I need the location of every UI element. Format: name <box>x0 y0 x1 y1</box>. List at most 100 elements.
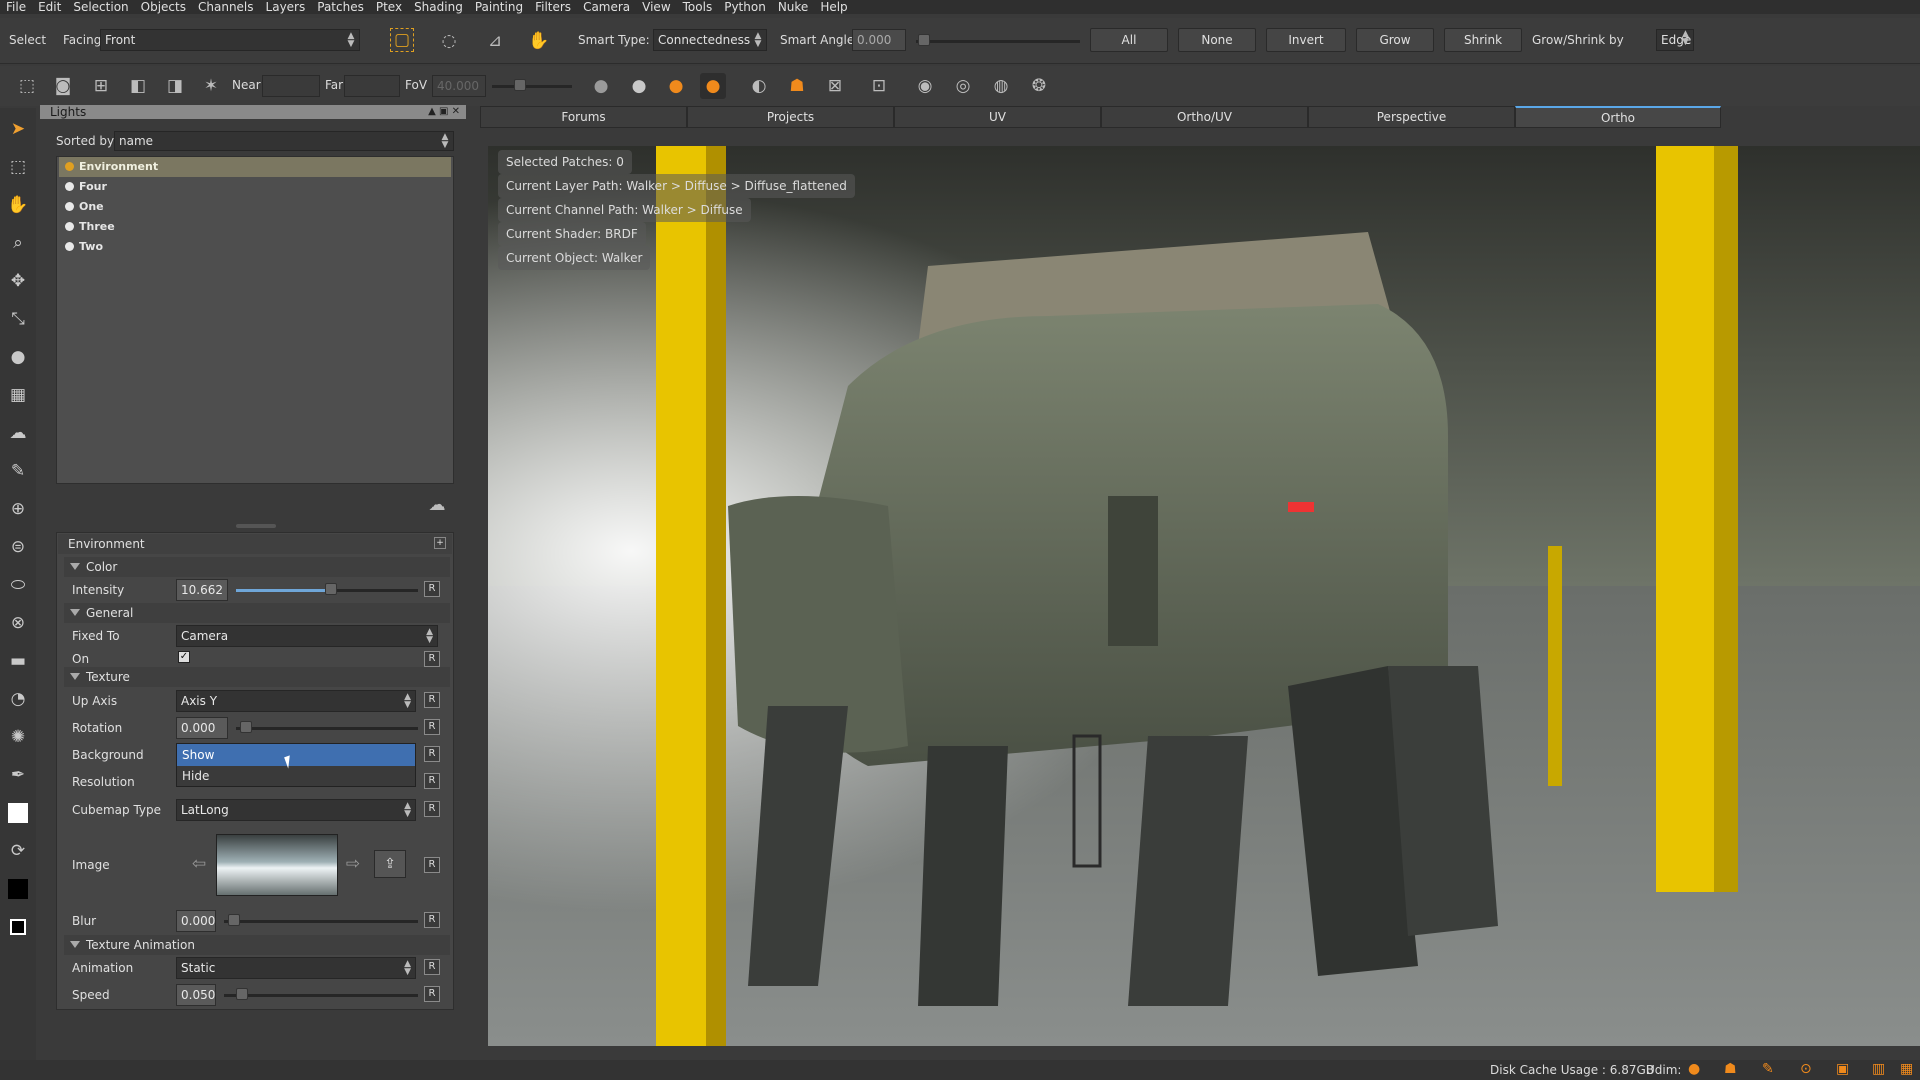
menu-filters[interactable]: Filters <box>529 0 577 14</box>
load-image-button[interactable]: ⇪ <box>374 850 406 878</box>
box-select-icon[interactable]: ▢ <box>390 28 414 52</box>
menu-file[interactable]: File <box>0 0 32 14</box>
blur-slider[interactable] <box>224 920 418 923</box>
tab-projects[interactable]: Projects <box>687 106 894 128</box>
flat-shading-sphere-icon[interactable]: ● <box>588 73 614 99</box>
menu-shading[interactable]: Shading <box>408 0 469 14</box>
frame-icon[interactable]: ⊡ <box>866 73 892 99</box>
blur-input[interactable]: 0.000 <box>176 910 216 932</box>
perspective-cube-icon[interactable]: ⬚ <box>14 73 40 99</box>
menu-objects[interactable]: Objects <box>135 0 192 14</box>
paint-select-icon[interactable]: ✋ <box>526 28 552 54</box>
menu-ptex[interactable]: Ptex <box>370 0 408 14</box>
image-reset-button[interactable]: R <box>424 857 440 873</box>
shadow-icon[interactable]: ◐ <box>746 73 772 99</box>
ambient-occlusion-icon[interactable]: ☗ <box>784 73 810 99</box>
add-light-icon[interactable]: ☁ <box>424 492 450 518</box>
blur-reset-button[interactable]: R <box>424 912 440 928</box>
fixed-to-dropdown[interactable]: Camera ▲ ▼ <box>176 625 438 647</box>
animation-reset-button[interactable]: R <box>424 959 440 975</box>
near-clip-input[interactable] <box>262 75 320 97</box>
on-reset-button[interactable]: R <box>424 651 440 667</box>
menu-painting[interactable]: Painting <box>469 0 529 14</box>
shaded-sphere-icon[interactable]: ● <box>663 73 689 99</box>
rotation-slider[interactable] <box>236 727 418 730</box>
drop-icon[interactable]: ● <box>5 344 31 370</box>
expand-icon[interactable]: + <box>434 537 446 549</box>
background-reset-button[interactable]: R <box>424 746 440 762</box>
background-color-swatch[interactable] <box>5 876 31 902</box>
shrink-selection-button[interactable]: Shrink <box>1444 28 1522 52</box>
menu-channels[interactable]: Channels <box>192 0 260 14</box>
tab-perspective[interactable]: Perspective <box>1308 106 1515 128</box>
background-option-hide[interactable]: Hide <box>177 766 415 786</box>
up-axis-dropdown[interactable]: Axis Y ▲ ▼ <box>176 690 416 712</box>
status-frame-icon[interactable]: ▣ <box>1836 1061 1849 1077</box>
status-target-icon[interactable]: ⊙ <box>1800 1061 1812 1077</box>
visibility-eye-icon[interactable]: ◉ <box>912 73 938 99</box>
3d-viewport[interactable]: Selected Patches: 0 Current Layer Path: … <box>488 146 1920 1046</box>
section-texture-animation[interactable]: Texture Animation <box>64 935 450 955</box>
target-icon[interactable]: ⊕ <box>5 496 31 522</box>
menu-help[interactable]: Help <box>814 0 853 14</box>
grid-view-icon[interactable]: ⊠ <box>822 73 848 99</box>
speed-slider-handle[interactable] <box>236 988 248 1000</box>
sort-dropdown[interactable]: name ▲ ▼ <box>114 131 454 151</box>
light-item-three[interactable]: Three <box>59 217 451 237</box>
animation-dropdown[interactable]: Static ▲ ▼ <box>176 957 416 979</box>
select-none-button[interactable]: None <box>1178 28 1256 52</box>
lit-sphere-icon[interactable]: ● <box>626 73 652 99</box>
menu-selection[interactable]: Selection <box>67 0 134 14</box>
menu-patches[interactable]: Patches <box>311 0 370 14</box>
smart-angle-input[interactable]: 0.000 <box>852 29 906 51</box>
grid-tool-icon[interactable]: ▦ <box>5 382 31 408</box>
background-option-show[interactable]: Show <box>177 744 415 766</box>
box-view-icon[interactable]: ◧ <box>125 73 151 99</box>
gear-tool-icon[interactable]: ✺ <box>5 724 31 750</box>
transform-icon[interactable]: ⤡ <box>5 306 31 332</box>
smart-type-dropdown[interactable]: Connectedness ▲ ▼ <box>653 29 767 51</box>
blur-slider-handle[interactable] <box>228 914 240 926</box>
up-axis-reset-button[interactable]: R <box>424 692 440 708</box>
isolate-eye-icon[interactable]: ◍ <box>988 73 1014 99</box>
tab-ortho[interactable]: Ortho <box>1515 106 1721 128</box>
tab-ortho-uv[interactable]: Ortho/UV <box>1101 106 1308 128</box>
gradient-icon[interactable]: ▬ <box>5 648 31 674</box>
environment-map-thumbnail[interactable] <box>216 834 338 896</box>
polygon-select-icon[interactable]: ⊿ <box>482 28 508 54</box>
light-item-one[interactable]: One <box>59 197 451 217</box>
rotation-input[interactable]: 0.000 <box>176 717 228 739</box>
blur-tool-icon[interactable]: ◔ <box>5 686 31 712</box>
cubemap-type-dropdown[interactable]: LatLong ▲ ▼ <box>176 799 416 821</box>
menu-tools[interactable]: Tools <box>677 0 719 14</box>
menu-python[interactable]: Python <box>718 0 772 14</box>
resolution-reset-button[interactable]: R <box>424 773 440 789</box>
select-all-button[interactable]: All <box>1090 28 1168 52</box>
section-general[interactable]: General <box>64 603 450 623</box>
foreground-color-swatch[interactable] <box>5 800 31 826</box>
stamp-icon[interactable]: ⊜ <box>5 534 31 560</box>
light-item-two[interactable]: Two <box>59 237 451 257</box>
fov-slider[interactable] <box>492 85 572 88</box>
fov-slider-handle[interactable] <box>514 79 526 91</box>
move-icon[interactable]: ✥ <box>5 268 31 294</box>
invert-selection-button[interactable]: Invert <box>1266 28 1346 52</box>
tab-forums[interactable]: Forums <box>480 106 687 128</box>
cubemap-reset-button[interactable]: R <box>424 801 440 817</box>
clone-icon[interactable]: ⊗ <box>5 610 31 636</box>
intensity-reset-button[interactable]: R <box>424 581 440 597</box>
status-grid-icon[interactable]: ▦ <box>1900 1061 1913 1077</box>
tab-uv[interactable]: UV <box>894 106 1101 128</box>
menu-layers[interactable]: Layers <box>260 0 312 14</box>
settings-eye-icon[interactable]: ❂ <box>1026 73 1052 99</box>
flat-view-icon[interactable]: ◨ <box>162 73 188 99</box>
select-tool-icon[interactable]: ⬚ <box>5 154 31 180</box>
status-light-icon[interactable]: ☗ <box>1724 1061 1737 1077</box>
far-clip-input[interactable] <box>344 75 400 97</box>
status-bars-icon[interactable]: ▥ <box>1872 1061 1885 1077</box>
status-sphere-icon[interactable]: ● <box>1688 1061 1700 1077</box>
speed-reset-button[interactable]: R <box>424 986 440 1002</box>
panel-controls-icon[interactable]: ▲ ▣ ✕ <box>428 105 460 119</box>
intensity-slider-handle[interactable] <box>324 583 337 595</box>
intensity-input[interactable]: 10.662 <box>176 579 228 601</box>
